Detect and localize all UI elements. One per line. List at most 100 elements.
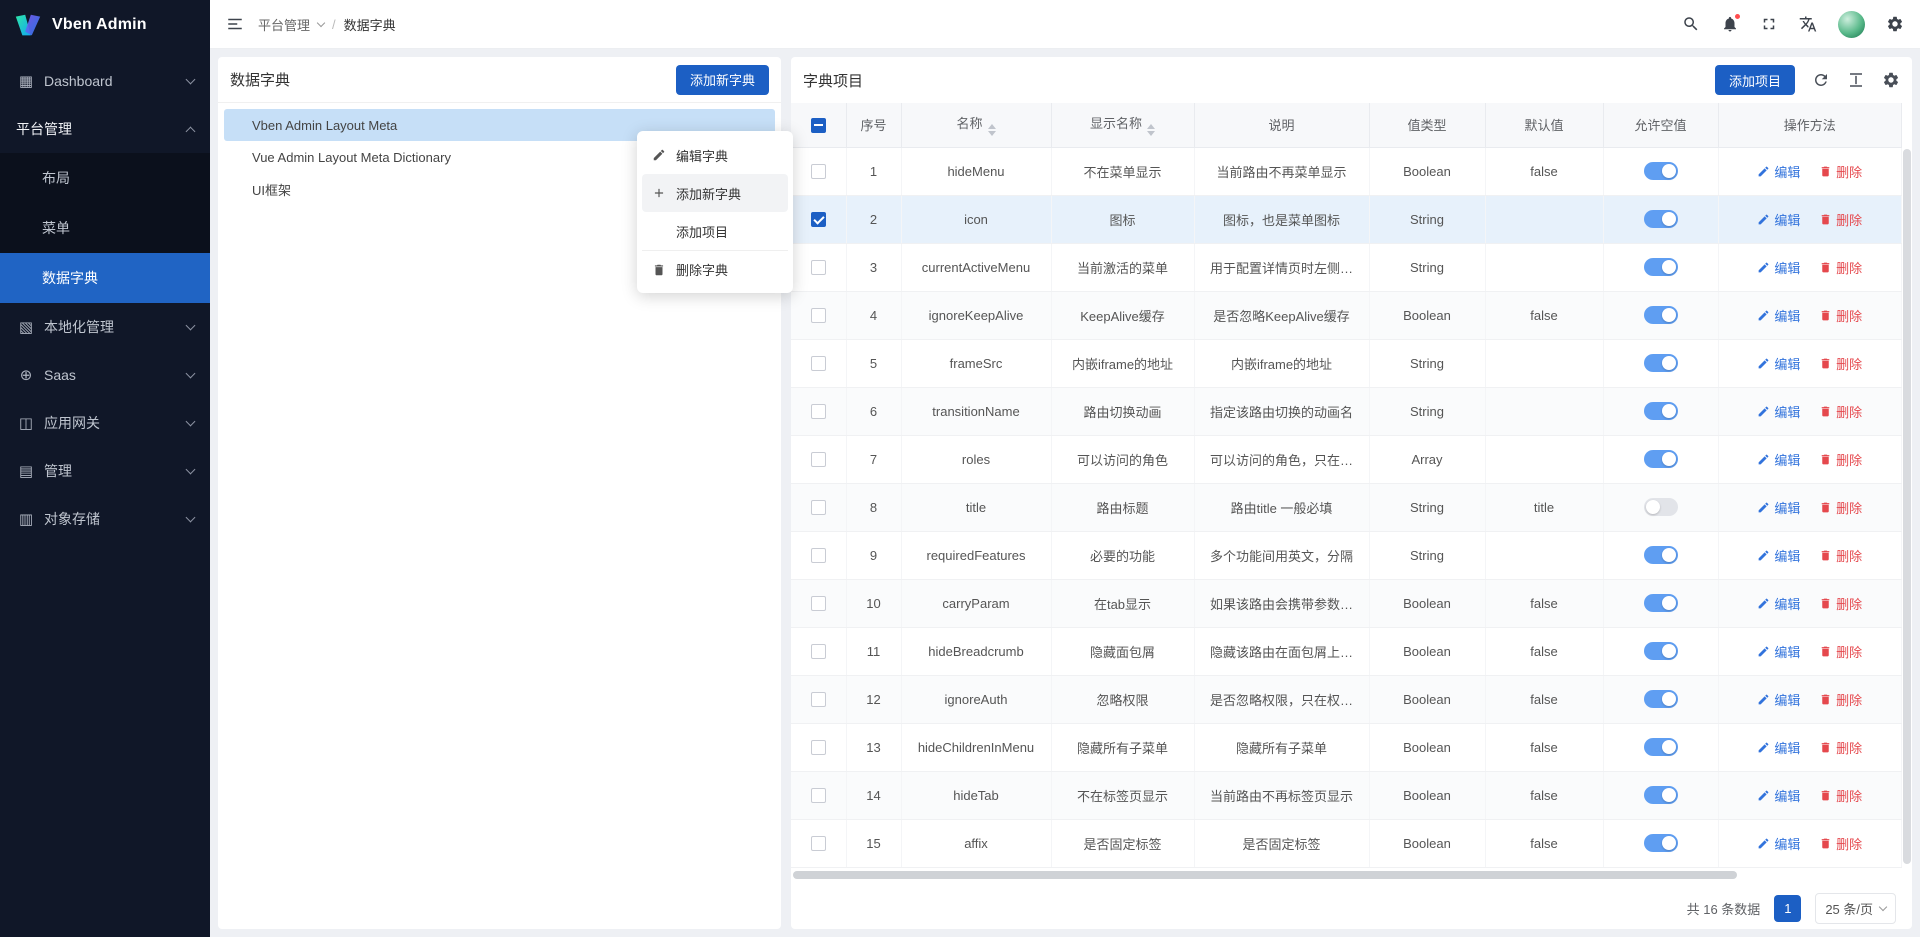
table-row[interactable]: 6 transitionName 路由切换动画 指定该路由切换的动画名 Stri… <box>791 387 1902 435</box>
table-row[interactable]: 12 ignoreAuth 忽略权限 是否忽略权限，只在权… Boolean f… <box>791 675 1902 723</box>
row-checkbox[interactable] <box>811 548 826 563</box>
edit-button[interactable]: 编辑 <box>1757 738 1800 757</box>
row-checkbox[interactable] <box>811 212 826 227</box>
sidebar-item-menu[interactable]: 菜单 <box>0 203 210 253</box>
page-size-select[interactable]: 25 条/页 <box>1815 893 1896 924</box>
horizontal-scrollbar[interactable] <box>793 871 1904 881</box>
context-menu-item[interactable]: 添加项目 <box>642 212 788 250</box>
sidebar-item-platform[interactable]: 平台管理 <box>0 105 210 153</box>
delete-button[interactable]: 删除 <box>1819 162 1862 181</box>
table-row[interactable]: 7 roles 可以访问的角色 可以访问的角色，只在… Array 编辑 删除 <box>791 435 1902 483</box>
delete-button[interactable]: 删除 <box>1819 642 1862 661</box>
row-checkbox[interactable] <box>811 644 826 659</box>
delete-button[interactable]: 删除 <box>1819 210 1862 229</box>
edit-button[interactable]: 编辑 <box>1757 546 1800 565</box>
table-row[interactable]: 1 hideMenu 不在菜单显示 当前路由不再菜单显示 Boolean fal… <box>791 147 1902 195</box>
edit-button[interactable]: 编辑 <box>1757 450 1800 469</box>
row-checkbox[interactable] <box>811 500 826 515</box>
sidebar-item-data-dictionary[interactable]: 数据字典 <box>0 253 210 303</box>
allow-null-toggle[interactable] <box>1644 786 1678 804</box>
sidebar-item-saas[interactable]: ⊕ Saas <box>0 351 210 399</box>
allow-null-toggle[interactable] <box>1644 450 1678 468</box>
search-icon[interactable] <box>1682 15 1700 33</box>
allow-null-toggle[interactable] <box>1644 306 1678 324</box>
allow-null-toggle[interactable] <box>1644 498 1678 516</box>
edit-button[interactable]: 编辑 <box>1757 690 1800 709</box>
column-header[interactable]: 序号 <box>846 103 901 147</box>
table-row[interactable]: 10 carryParam 在tab显示 如果该路由会携带参数… Boolean… <box>791 579 1902 627</box>
logo[interactable]: Vben Admin <box>0 0 210 49</box>
delete-button[interactable]: 删除 <box>1819 690 1862 709</box>
add-item-button[interactable]: 添加项目 <box>1715 65 1795 95</box>
allow-null-toggle[interactable] <box>1644 210 1678 228</box>
column-header[interactable]: 值类型 <box>1369 103 1485 147</box>
allow-null-toggle[interactable] <box>1644 594 1678 612</box>
translate-icon[interactable] <box>1799 15 1817 33</box>
row-checkbox[interactable] <box>811 356 826 371</box>
row-checkbox[interactable] <box>811 404 826 419</box>
edit-button[interactable]: 编辑 <box>1757 210 1800 229</box>
table-settings-gear-icon[interactable] <box>1882 71 1900 89</box>
edit-button[interactable]: 编辑 <box>1757 402 1800 421</box>
vertical-scrollbar[interactable] <box>1903 149 1911 864</box>
allow-null-toggle[interactable] <box>1644 642 1678 660</box>
select-all-checkbox[interactable] <box>811 118 826 133</box>
settings-gear-icon[interactable] <box>1886 15 1904 33</box>
sidebar-item-storage[interactable]: ▥ 对象存储 <box>0 495 210 543</box>
row-checkbox[interactable] <box>811 692 826 707</box>
allow-null-toggle[interactable] <box>1644 258 1678 276</box>
delete-button[interactable]: 删除 <box>1819 546 1862 565</box>
table-row[interactable]: 2 icon 图标 图标，也是菜单图标 String 编辑 删除 <box>791 195 1902 243</box>
context-menu-item[interactable]: 添加新字典 <box>642 174 788 212</box>
sidebar-item-dashboard[interactable]: ▦ Dashboard <box>0 57 210 105</box>
delete-button[interactable]: 删除 <box>1819 594 1862 613</box>
column-header[interactable]: 显示名称 <box>1051 103 1194 147</box>
sort-icons[interactable] <box>1147 124 1155 136</box>
edit-button[interactable]: 编辑 <box>1757 834 1800 853</box>
column-header[interactable]: 名称 <box>901 103 1051 147</box>
delete-button[interactable]: 删除 <box>1819 738 1862 757</box>
table-row[interactable]: 4 ignoreKeepAlive KeepAlive缓存 是否忽略KeepAl… <box>791 291 1902 339</box>
table-row[interactable]: 14 hideTab 不在标签页显示 当前路由不再标签页显示 Boolean f… <box>791 771 1902 819</box>
delete-button[interactable]: 删除 <box>1819 786 1862 805</box>
table-row[interactable]: 9 requiredFeatures 必要的功能 多个功能间用英文，分隔 Str… <box>791 531 1902 579</box>
allow-null-toggle[interactable] <box>1644 546 1678 564</box>
refresh-icon[interactable] <box>1812 71 1830 89</box>
allow-null-toggle[interactable] <box>1644 162 1678 180</box>
table-row[interactable]: 13 hideChildrenInMenu 隐藏所有子菜单 隐藏所有子菜单 Bo… <box>791 723 1902 771</box>
page-1-button[interactable]: 1 <box>1774 895 1801 922</box>
add-dictionary-button[interactable]: 添加新字典 <box>676 65 769 95</box>
breadcrumb-root[interactable]: 平台管理 <box>258 15 310 34</box>
row-checkbox[interactable] <box>811 740 826 755</box>
fullscreen-icon[interactable] <box>1760 15 1778 33</box>
sidebar-item-manage[interactable]: ▤ 管理 <box>0 447 210 495</box>
delete-button[interactable]: 删除 <box>1819 450 1862 469</box>
row-checkbox[interactable] <box>811 596 826 611</box>
row-checkbox[interactable] <box>811 164 826 179</box>
user-avatar[interactable] <box>1838 11 1865 38</box>
allow-null-toggle[interactable] <box>1644 402 1678 420</box>
column-header[interactable]: 默认值 <box>1485 103 1603 147</box>
delete-button[interactable]: 删除 <box>1819 402 1862 421</box>
edit-button[interactable]: 编辑 <box>1757 594 1800 613</box>
row-checkbox[interactable] <box>811 308 826 323</box>
table-row[interactable]: 3 currentActiveMenu 当前激活的菜单 用于配置详情页时左侧… … <box>791 243 1902 291</box>
horizontal-scrollbar-thumb[interactable] <box>793 871 1737 879</box>
edit-button[interactable]: 编辑 <box>1757 498 1800 517</box>
row-checkbox[interactable] <box>811 836 826 851</box>
sort-icons[interactable] <box>988 124 996 136</box>
table-row[interactable]: 8 title 路由标题 路由title 一般必填 String title 编… <box>791 483 1902 531</box>
edit-button[interactable]: 编辑 <box>1757 642 1800 661</box>
context-menu-item[interactable]: 删除字典 <box>642 250 788 288</box>
allow-null-toggle[interactable] <box>1644 690 1678 708</box>
allow-null-toggle[interactable] <box>1644 354 1678 372</box>
column-header[interactable]: 允许空值 <box>1603 103 1718 147</box>
table-row[interactable]: 15 affix 是否固定标签 是否固定标签 Boolean false 编辑 … <box>791 819 1902 867</box>
edit-button[interactable]: 编辑 <box>1757 786 1800 805</box>
context-menu-item[interactable]: 编辑字典 <box>642 136 788 174</box>
column-header[interactable]: 说明 <box>1194 103 1369 147</box>
allow-null-toggle[interactable] <box>1644 738 1678 756</box>
row-checkbox[interactable] <box>811 260 826 275</box>
row-checkbox[interactable] <box>811 452 826 467</box>
table-row[interactable]: 11 hideBreadcrumb 隐藏面包屑 隐藏该路由在面包屑上… Bool… <box>791 627 1902 675</box>
